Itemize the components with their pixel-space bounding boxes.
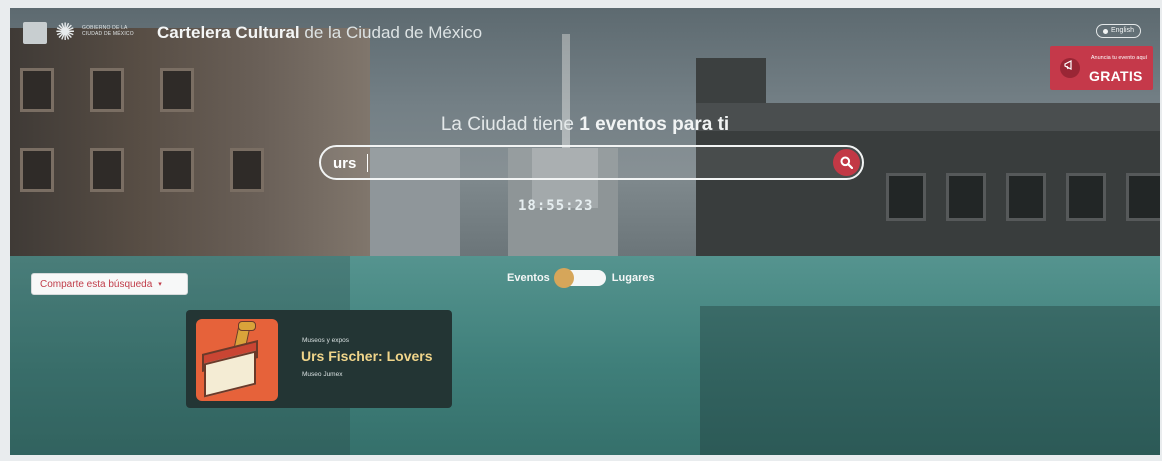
share-search-dropdown[interactable]: Comparte esta búsqueda ▾: [31, 273, 188, 295]
cdmx-x-logo[interactable]: ✺: [52, 20, 78, 46]
toggle-places-label[interactable]: Lugares: [612, 272, 655, 284]
globe-dot-icon: [1103, 28, 1108, 34]
building-left-image: [10, 28, 370, 256]
text-caret: [367, 154, 368, 172]
headline-count: 1 eventos para ti: [579, 114, 730, 135]
site-title-light: de la Ciudad de México: [299, 23, 483, 42]
search-button[interactable]: [833, 149, 860, 176]
megaphone-icon: [1060, 58, 1080, 78]
results-headline: La Ciudad tiene 1 eventos para ti: [10, 114, 1160, 136]
search-input[interactable]: [333, 153, 813, 173]
event-title[interactable]: Urs Fischer: Lovers: [301, 348, 433, 364]
toggle-events-label[interactable]: Eventos: [507, 272, 550, 284]
event-category: Museos y expos: [302, 337, 349, 344]
government-logo-text: GOBIERNO DE LA CIUDAD DE MÉXICO: [82, 25, 134, 37]
tower-clock-text: 18:55:23: [518, 198, 594, 214]
building-window: [160, 68, 194, 112]
thumbnail-giraffe-head: [238, 321, 256, 331]
building-window: [1126, 173, 1160, 221]
chevron-down-icon: ▾: [158, 281, 162, 288]
cdmx-shield-logo[interactable]: [23, 22, 47, 44]
building-window: [886, 173, 926, 221]
building-window: [20, 148, 54, 192]
building-tower: [696, 58, 766, 108]
event-venue: Museo Jumex: [302, 371, 343, 378]
events-places-switch[interactable]: [553, 268, 606, 288]
promo-big-text: GRATIS: [1089, 68, 1143, 84]
search-icon: [840, 156, 853, 169]
search-bar: [319, 145, 864, 180]
site-title[interactable]: Cartelera Cultural de la Ciudad de Méxic…: [157, 23, 482, 43]
announce-event-banner[interactable]: Anuncia tu evento aquí GRATIS: [1050, 46, 1153, 90]
building-window: [90, 68, 124, 112]
building-window: [1066, 173, 1106, 221]
headline-lead: La Ciudad tiene: [440, 114, 580, 135]
building-window: [946, 173, 986, 221]
building-window: [20, 68, 54, 112]
building-window: [90, 148, 124, 192]
reflection-shadow: [700, 306, 1160, 455]
building-window: [1006, 173, 1046, 221]
language-toggle-button[interactable]: English: [1096, 24, 1141, 38]
switch-knob[interactable]: [553, 268, 574, 288]
events-places-toggle: Eventos Lugares: [507, 268, 655, 288]
app-frame: 18:55:23 ✺ GOBIERNO DE LA CIUDAD DE MÉXI…: [10, 8, 1160, 455]
tower-spire-image: [562, 34, 570, 154]
building-window: [160, 148, 194, 192]
site-title-bold: Cartelera Cultural: [157, 23, 300, 42]
share-search-label: Comparte esta búsqueda: [40, 278, 153, 290]
building-window: [230, 148, 264, 192]
promo-small-text: Anuncia tu evento aquí: [1090, 55, 1148, 61]
language-label: English: [1111, 27, 1134, 34]
event-thumbnail-image[interactable]: [196, 319, 278, 401]
event-card[interactable]: Museos y expos Urs Fischer: Lovers Museo…: [186, 310, 452, 408]
